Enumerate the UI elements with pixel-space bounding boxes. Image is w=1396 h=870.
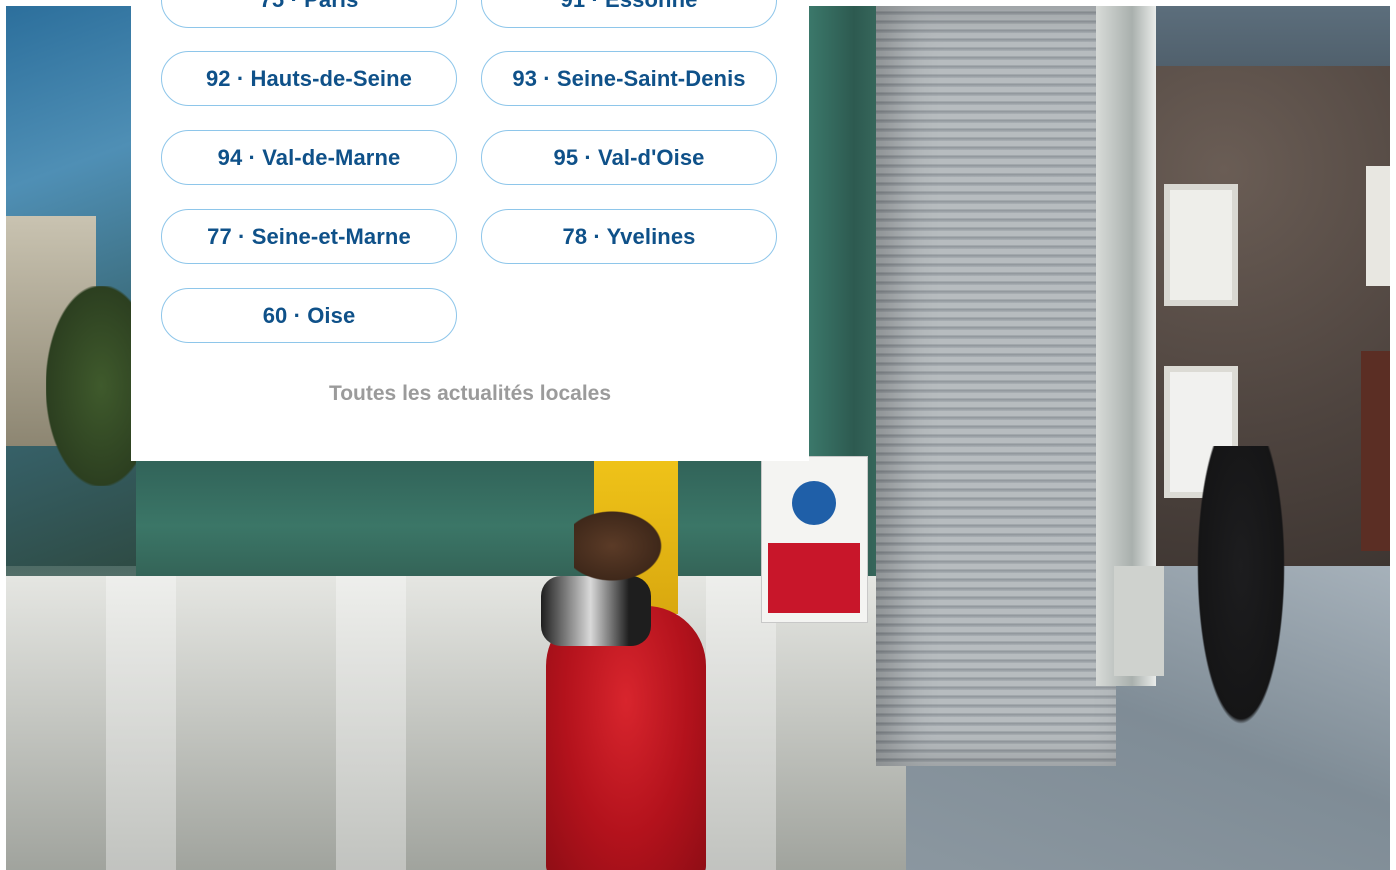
light-stripe xyxy=(106,576,176,870)
department-button-paris[interactable]: 75 · Paris xyxy=(161,0,457,28)
glass-reflection xyxy=(6,6,156,566)
child-scarf xyxy=(541,576,651,646)
department-button-val-d-oise[interactable]: 95 · Val-d'Oise xyxy=(481,130,777,185)
light-stripe xyxy=(336,576,406,870)
poster-red-panel xyxy=(768,543,860,613)
department-panel: 75 · Paris 91 · Essonne 92 · Hauts-de-Se… xyxy=(131,0,809,461)
department-button-yvelines[interactable]: 78 · Yvelines xyxy=(481,209,777,264)
planter xyxy=(1114,566,1164,676)
department-button-val-de-marne[interactable]: 94 · Val-de-Marne xyxy=(161,130,457,185)
all-local-news-link[interactable]: Toutes les actualités locales xyxy=(131,382,809,406)
building-door xyxy=(1361,351,1390,551)
department-button-hauts-de-seine[interactable]: 92 · Hauts-de-Seine xyxy=(161,51,457,106)
roller-shutter xyxy=(876,6,1116,766)
department-button-oise[interactable]: 60 · Oise xyxy=(161,288,457,343)
department-button-seine-et-marne[interactable]: 77 · Seine-et-Marne xyxy=(161,209,457,264)
building-window xyxy=(1164,184,1238,306)
poster-logo xyxy=(792,481,836,525)
walking-person xyxy=(1191,446,1291,746)
department-button-essonne[interactable]: 91 · Essonne xyxy=(481,0,777,28)
department-button-seine-saint-denis[interactable]: 93 · Seine-Saint-Denis xyxy=(481,51,777,106)
white-poster xyxy=(761,456,868,623)
building-window xyxy=(1366,166,1390,286)
child-head xyxy=(574,506,669,586)
